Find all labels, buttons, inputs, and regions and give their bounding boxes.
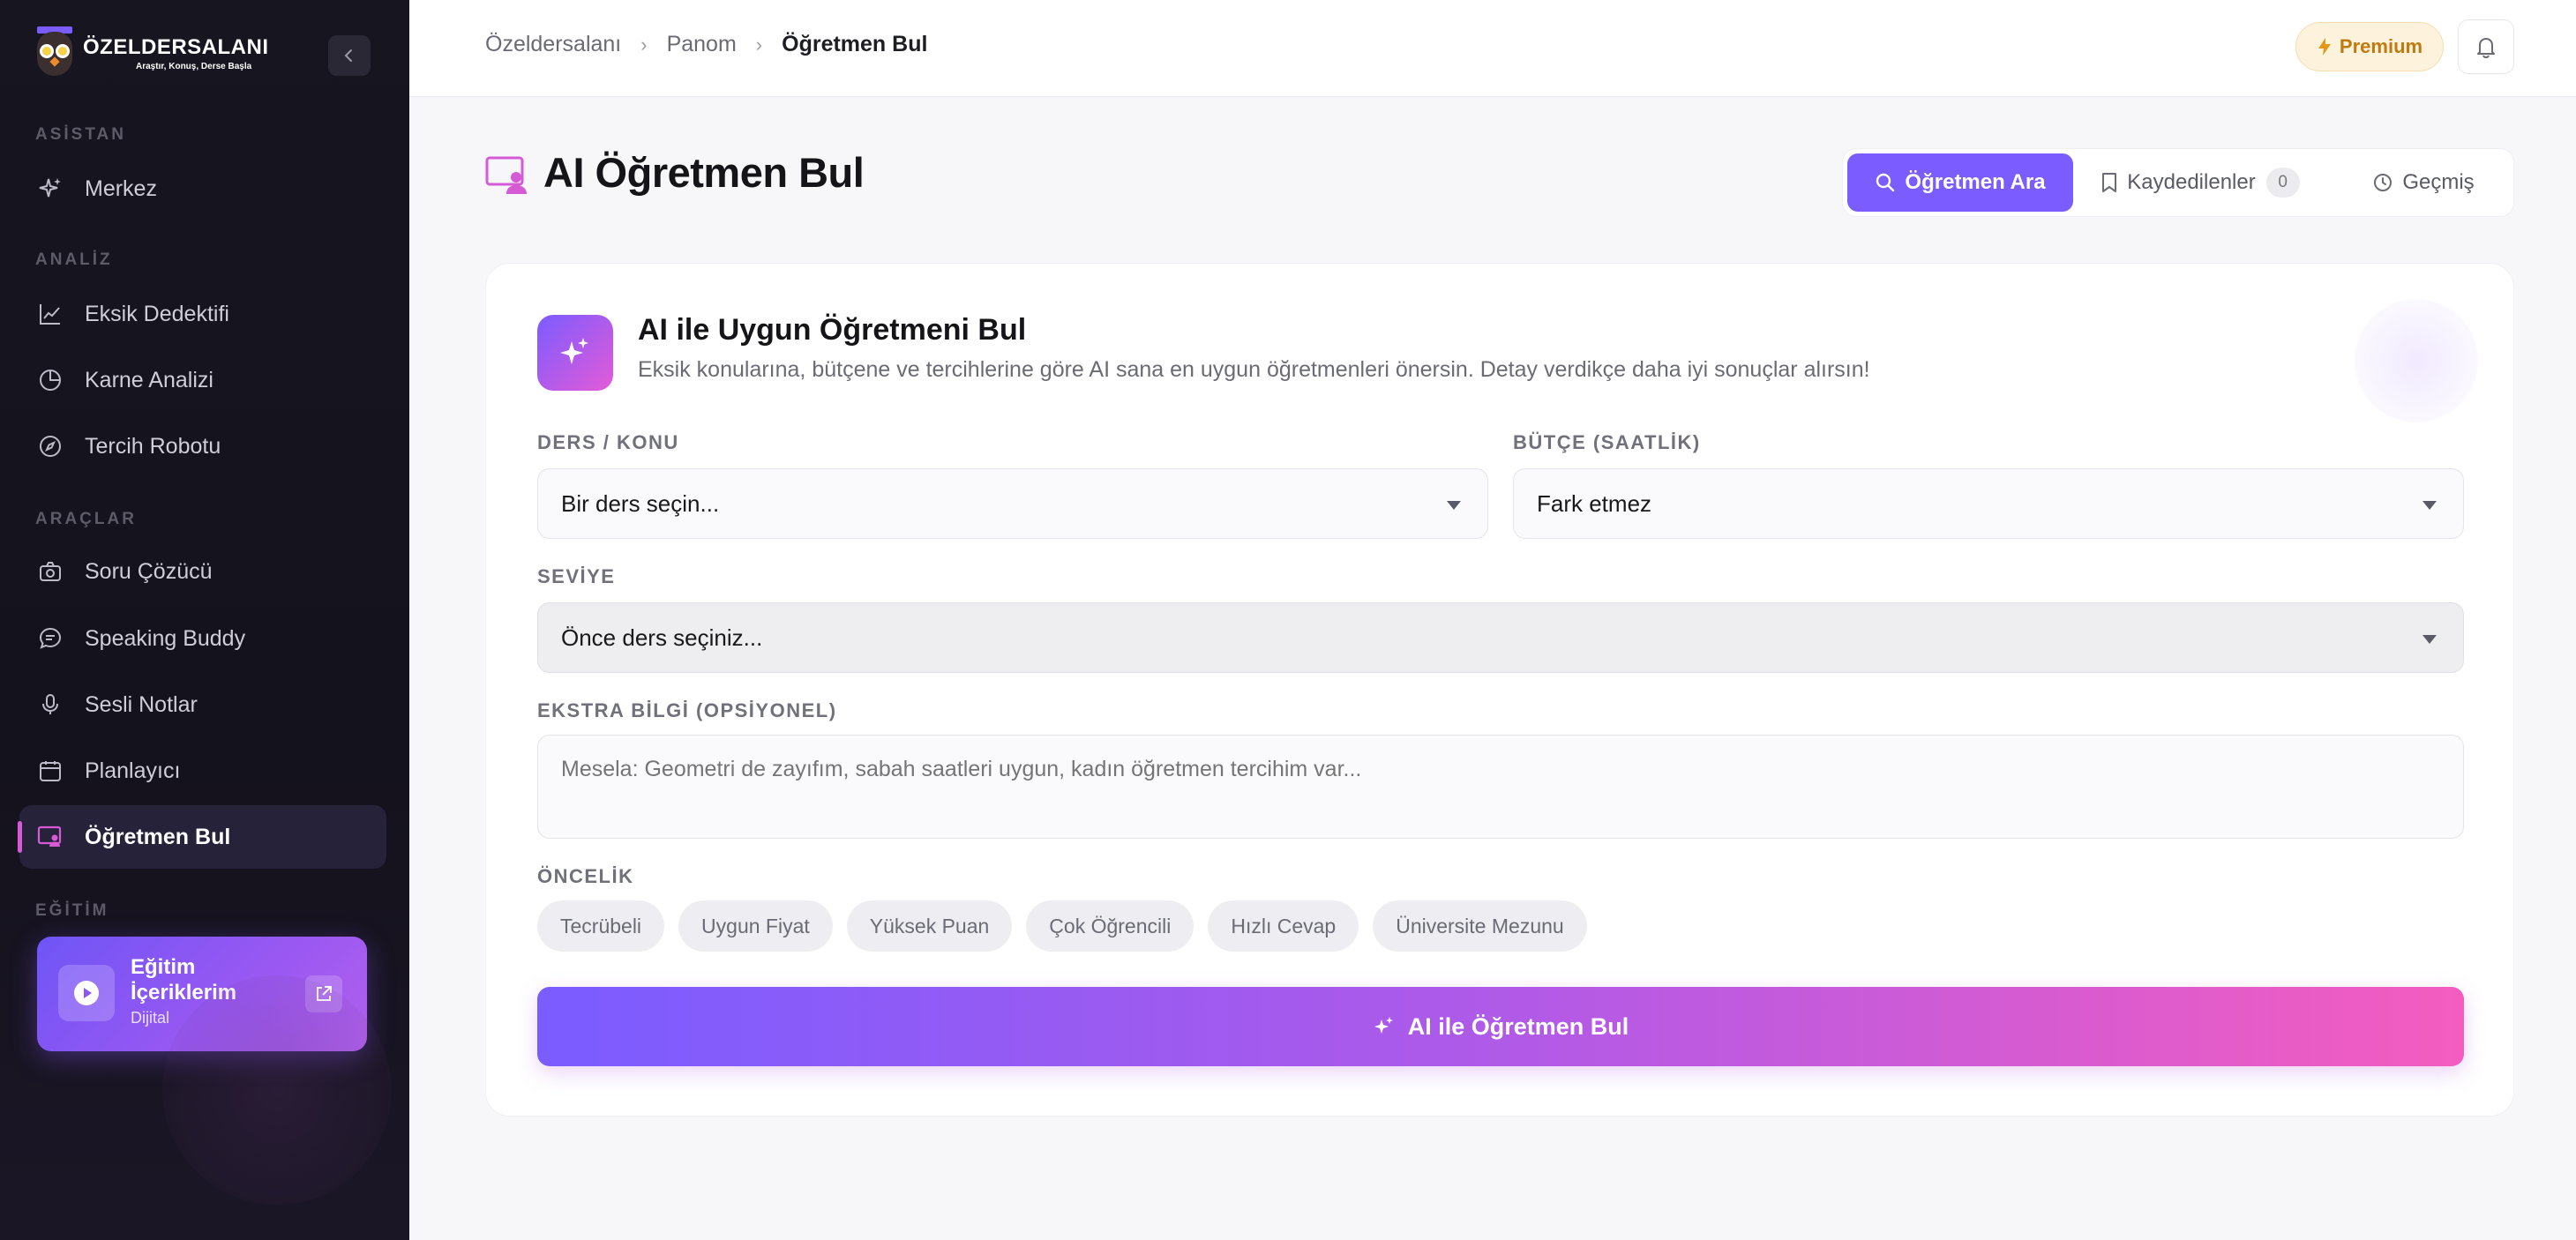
section-label-egitim: EĞİTİM — [35, 901, 109, 920]
breadcrumb-item-home[interactable]: Özeldersalanı — [485, 32, 621, 57]
priority-chip[interactable]: Yüksek Puan — [846, 900, 1013, 952]
tab-label: Öğretmen Ara — [1905, 170, 2046, 194]
bell-icon — [2477, 38, 2495, 59]
owl-logo-icon — [35, 26, 74, 79]
caret-down-icon — [2422, 501, 2437, 510]
priority-chip[interactable]: Çok Öğrencili — [1026, 900, 1194, 952]
pie-chart-icon — [37, 367, 64, 393]
level-label: SEVİYE — [537, 565, 616, 587]
priority-chip[interactable]: Üniversite Mezunu — [1373, 900, 1587, 952]
section-label-asistan: ASİSTAN — [35, 125, 126, 144]
level-select[interactable]: Önce ders seçiniz... — [537, 602, 2464, 673]
chevron-left-icon — [344, 49, 352, 62]
edu-card-subtitle: Dijital — [131, 1009, 170, 1027]
external-link-icon[interactable] — [305, 975, 342, 1012]
topbar: Özeldersalanı › Panom › Öğretmen Bul Pre… — [409, 0, 2576, 97]
priority-chips: Tecrübeli Uygun Fiyat Yüksek Puan Çok Öğ… — [537, 900, 1601, 952]
priority-chip[interactable]: Hızlı Cevap — [1208, 900, 1359, 952]
tab-bar: Öğretmen Ara Kaydedilenler 0 Geçmiş — [1842, 148, 2514, 217]
sidebar-item-label: Speaking Buddy — [85, 625, 246, 651]
logo-title: ÖZELDERSALANI — [83, 34, 269, 59]
sidebar-item-tercih-robotu[interactable]: Tercih Robotu — [19, 415, 386, 478]
sidebar-item-label: Karne Analizi — [85, 367, 213, 392]
cta-label: AI ile Öğretmen Bul — [1407, 1012, 1629, 1040]
level-select-value: Önce ders seçiniz... — [561, 624, 763, 651]
sidebar-item-eksik-dedektifi[interactable]: Eksik Dedektifi — [19, 282, 386, 346]
subject-label: DERS / KONU — [537, 431, 679, 453]
chevron-right-icon: › — [755, 33, 763, 56]
subject-select-value: Bir ders seçin... — [561, 489, 720, 517]
teacher-board-icon — [485, 155, 529, 196]
priority-chip[interactable]: Uygun Fiyat — [678, 900, 833, 952]
edu-content-card[interactable]: Eğitim İçeriklerim Dijital — [37, 937, 367, 1051]
sidebar-item-karne-analizi[interactable]: Karne Analizi — [19, 348, 386, 412]
budget-label: BÜTÇE (SAATLİK) — [1513, 431, 1701, 453]
sidebar-item-merkez[interactable]: Merkez — [19, 157, 386, 220]
sidebar-item-ogretmen-bul[interactable]: Öğretmen Bul — [18, 805, 386, 869]
tab-label: Geçmiş — [2402, 170, 2475, 194]
edu-card-title: Eğitim İçeriklerim — [131, 955, 237, 1005]
sidebar: ÖZELDERSALANI Araştır, Konuş, Derse Başl… — [0, 0, 409, 1240]
priority-chip[interactable]: Tecrübeli — [537, 900, 665, 952]
teacher-search-card: AI ile Uygun Öğretmeni Bul Eksik konular… — [485, 263, 2514, 1117]
page-title: AI Öğretmen Bul — [543, 149, 865, 196]
sidebar-item-label: Eksik Dedektifi — [85, 301, 229, 326]
search-icon — [1876, 173, 1895, 192]
breadcrumb: Özeldersalanı › Panom › Öğretmen Bul — [485, 32, 927, 57]
subject-select[interactable]: Bir ders seçin... — [537, 468, 1488, 539]
logo-subtitle: Araştır, Konuş, Derse Başla — [136, 61, 252, 71]
app-logo[interactable]: ÖZELDERSALANI Araştır, Konuş, Derse Başl… — [35, 26, 269, 79]
card-description: Eksik konularına, bütçene ve tercihlerin… — [638, 357, 1870, 382]
sidebar-item-label: Planlayıcı — [85, 758, 181, 783]
extra-info-textarea[interactable] — [537, 735, 2464, 839]
tab-gecmis[interactable]: Geçmiş — [2337, 153, 2510, 212]
play-icon — [58, 965, 115, 1021]
tab-label: Kaydedilenler — [2127, 170, 2256, 194]
sparkle-icon — [1374, 1017, 1393, 1034]
sidebar-item-planlayici[interactable]: Planlayıcı — [19, 739, 386, 803]
clock-icon — [2374, 174, 2393, 191]
budget-select-value: Fark etmez — [1537, 489, 1652, 517]
notifications-button[interactable] — [2458, 19, 2514, 74]
budget-select[interactable]: Fark etmez — [1513, 468, 2464, 539]
caret-down-icon — [1447, 501, 1461, 510]
saved-count-badge: 0 — [2265, 168, 2300, 198]
sidebar-item-label: Merkez — [85, 176, 157, 201]
bookmark-icon — [2102, 173, 2117, 192]
sidebar-item-label: Sesli Notlar — [85, 691, 198, 717]
sidebar-item-sesli-notlar[interactable]: Sesli Notlar — [19, 673, 386, 736]
breadcrumb-item-panom[interactable]: Panom — [667, 32, 737, 57]
chevron-right-icon: › — [640, 33, 648, 56]
card-title: AI ile Uygun Öğretmeni Bul — [638, 313, 1027, 347]
extra-info-label: EKSTRA BİLGİ (OPSİYONEL) — [537, 699, 837, 721]
section-label-araclar: ARAÇLAR — [35, 510, 137, 528]
find-teacher-button[interactable]: AI ile Öğretmen Bul — [537, 987, 2464, 1066]
microphone-icon — [37, 691, 64, 718]
sidebar-item-label: Öğretmen Bul — [85, 824, 231, 849]
sidebar-item-label: Soru Çözücü — [85, 558, 213, 584]
premium-button[interactable]: Premium — [2295, 22, 2444, 71]
sparkle-icon — [537, 315, 613, 391]
sparkle-icon — [37, 176, 64, 202]
compass-icon — [37, 433, 64, 459]
breadcrumb-item-current: Öğretmen Bul — [782, 32, 928, 56]
tab-ogretmen-ara[interactable]: Öğretmen Ara — [1847, 153, 2073, 212]
trend-chart-icon — [37, 301, 64, 327]
priority-label: ÖNCELİK — [537, 865, 634, 887]
tab-kaydedilenler[interactable]: Kaydedilenler 0 — [2081, 153, 2319, 212]
section-label-analiz: ANALİZ — [35, 250, 113, 269]
camera-icon — [37, 558, 64, 585]
sidebar-item-soru-cozucu[interactable]: Soru Çözücü — [19, 540, 386, 603]
sidebar-item-label: Tercih Robotu — [85, 433, 221, 459]
sidebar-item-speaking-buddy[interactable]: Speaking Buddy — [19, 607, 386, 670]
calendar-icon — [37, 758, 64, 784]
lightning-icon — [2318, 38, 2331, 56]
teacher-board-icon — [37, 824, 64, 850]
chat-bubble-icon — [37, 625, 64, 652]
premium-label: Premium — [2339, 35, 2423, 57]
caret-down-icon — [2422, 635, 2437, 644]
collapse-sidebar-button[interactable] — [328, 35, 371, 76]
